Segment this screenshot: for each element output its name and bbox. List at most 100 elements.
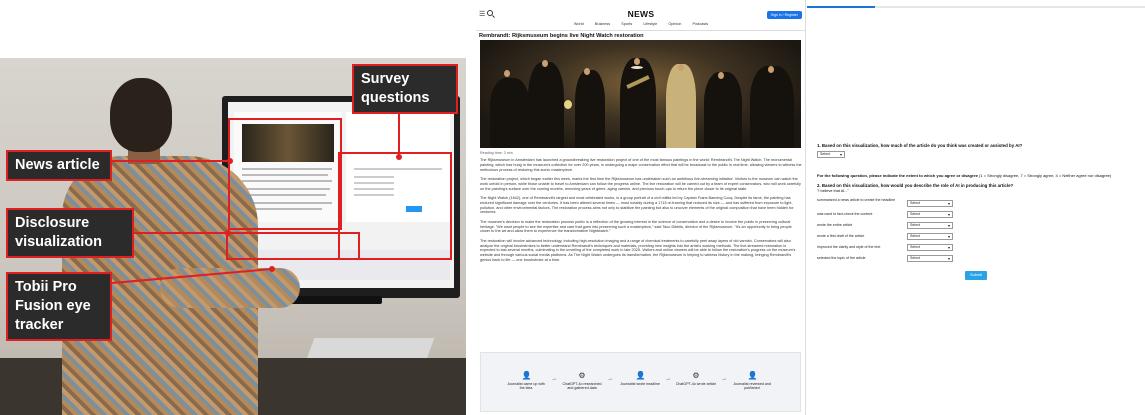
nav-item-podcasts[interactable]: Podcasts (692, 22, 708, 26)
survey-progress-bar (807, 6, 1145, 8)
label-text: Fusion eye (15, 298, 91, 314)
agreement-instruction: For the following question, please indic… (817, 173, 1145, 178)
article-paragraph: The Rijksmuseum in Amsterdam has launche… (480, 158, 802, 172)
header-divider (476, 30, 805, 31)
submit-button[interactable]: Submit (965, 271, 987, 280)
instruction-scale: (1 = Strongly disagree, 7 = Strongly agr… (977, 173, 1112, 178)
article-paragraph: The museum's decision to make the restor… (480, 219, 792, 234)
step-label: Journalist came up with the idea (507, 382, 545, 391)
painting-figure (490, 78, 530, 148)
ai-disclosure-visualization: 👤 Journalist came up with the idea → ⚙ C… (480, 352, 801, 412)
news-article-pointer-line (112, 160, 230, 162)
person-icon: 👤 (521, 371, 532, 380)
label-text: Survey (361, 71, 410, 87)
instruction-bold: For the following question, please indic… (817, 173, 978, 178)
label-text: Tobii Pro (15, 279, 77, 295)
likert-item-label: improved the clarity and style of the te… (817, 245, 881, 249)
label-survey-questions: Survey questions (352, 64, 458, 114)
disclosure-step: 👤 Journalist wrote headline (619, 371, 661, 386)
question-1-select[interactable]: Select (817, 151, 845, 158)
likert-item-select[interactable]: Select (907, 211, 953, 218)
person-icon: 👤 (747, 371, 758, 380)
painting-face (584, 68, 590, 75)
painting-figure (750, 66, 794, 148)
label-disclosure-visualization: Disclosure visualization (6, 208, 134, 258)
article-paragraph: The restoration will involve advanced te… (480, 238, 796, 262)
likert-item-label: was used to fact-check the content (817, 212, 873, 216)
disclosure-step: 👤 Journalist came up with the idea (505, 371, 547, 391)
painting-girl (564, 100, 572, 109)
step-label: ChatGPT-4o wrote article (675, 382, 717, 386)
disclosure-pointer-line (134, 232, 228, 234)
disclosure-step: ⚙ ChatGPT-4o researched and gathered dat… (561, 371, 603, 391)
likert-item-select[interactable]: Select (907, 222, 953, 229)
step-label: ChatGPT-4o researched and gathered data (562, 382, 602, 391)
article-paragraph: The restoration project, which began ear… (480, 176, 801, 191)
painting-figure (575, 70, 605, 148)
site-header: ☰ NEWS Sign in / Register (476, 8, 805, 22)
step-label: Journalist wrote headline (620, 382, 660, 386)
arrow-right-icon: → (607, 376, 613, 382)
painting-face (542, 60, 548, 67)
survey-progress-fill (807, 6, 875, 8)
site-name: NEWS (627, 9, 655, 19)
likert-item-select[interactable]: Select (907, 200, 953, 207)
robot-icon: ⚙ (692, 371, 700, 380)
article-paragraph: The Night Watch (1642), one of Rembrandt… (480, 195, 794, 215)
news-article-page: ☰ NEWS Sign in / Register World Business… (476, 0, 806, 415)
painting-face (634, 58, 640, 65)
label-text: questions (361, 90, 430, 106)
survey-page: 1. Based on this visualization, how much… (807, 0, 1145, 415)
likert-item-select[interactable]: Select (907, 233, 953, 240)
nav-item-sports[interactable]: Sports (621, 22, 632, 26)
article-image-night-watch (480, 40, 801, 148)
participant-head (110, 78, 172, 152)
painting-figure (620, 58, 656, 148)
painting-face (678, 64, 684, 71)
article-headline: Rembrandt: Rijksmuseum begins live Night… (479, 33, 644, 39)
pointer-dot (396, 154, 402, 160)
label-text: News article (15, 157, 100, 173)
arrow-right-icon: → (721, 376, 727, 382)
painting-figure (528, 62, 564, 148)
participant-arm (160, 268, 300, 308)
label-eye-tracker: Tobii Pro Fusion eye tracker (6, 272, 112, 341)
robot-icon: ⚙ (578, 371, 586, 380)
likert-item-select[interactable]: Select (907, 244, 953, 251)
painting-face (718, 72, 724, 79)
disclosure-step: 👤 Journalist reviewed and published (731, 371, 773, 391)
disclosure-step: ⚙ ChatGPT-4o wrote article (675, 371, 717, 386)
label-text: visualization (15, 234, 103, 250)
sign-in-button[interactable]: Sign in / Register (766, 11, 802, 19)
painting-collar (631, 66, 643, 69)
pointer-dot (227, 158, 233, 164)
likert-item-label: summarized a news article to create the … (817, 198, 896, 202)
label-news-article: News article (6, 150, 112, 181)
painting-figure-lieutenant (666, 64, 696, 148)
arrow-right-icon: → (551, 376, 557, 382)
question-1: 1. Based on this visualization, how much… (817, 143, 1023, 148)
article-body: The Rijksmuseum in Amsterdam has launche… (480, 158, 802, 267)
painting-figure (704, 72, 742, 148)
disclosure-highlight-box (226, 232, 360, 260)
news-article-highlight-box (228, 118, 342, 230)
step-label: Journalist reviewed and published (733, 382, 771, 391)
pointer-dot (225, 230, 231, 236)
nav-item-opinion[interactable]: Opinion (668, 22, 681, 26)
arrow-right-icon: → (665, 376, 671, 382)
likert-item-label: wrote a first draft of the article (817, 234, 865, 238)
reading-time: Reading time: 3 min (480, 151, 513, 155)
question-2-prompt: "I believe that AI..." (817, 189, 849, 193)
likert-item-select[interactable]: Select (907, 255, 953, 262)
painting-face (768, 66, 774, 73)
label-text: Disclosure (15, 215, 90, 231)
nav-item-world[interactable]: World (574, 22, 584, 26)
label-text: tracker (15, 317, 64, 333)
likert-item-label: wrote the entire article (817, 223, 853, 227)
likert-item-label: selected the topic of the article (817, 256, 866, 260)
nav-item-business[interactable]: Business (595, 22, 610, 26)
painting-face (504, 70, 510, 77)
section-nav: World Business Sports Lifestyle Opinion … (476, 22, 805, 30)
question-2: 2. Based on this visualization, how woul… (817, 183, 1014, 188)
nav-item-lifestyle[interactable]: Lifestyle (643, 22, 657, 26)
